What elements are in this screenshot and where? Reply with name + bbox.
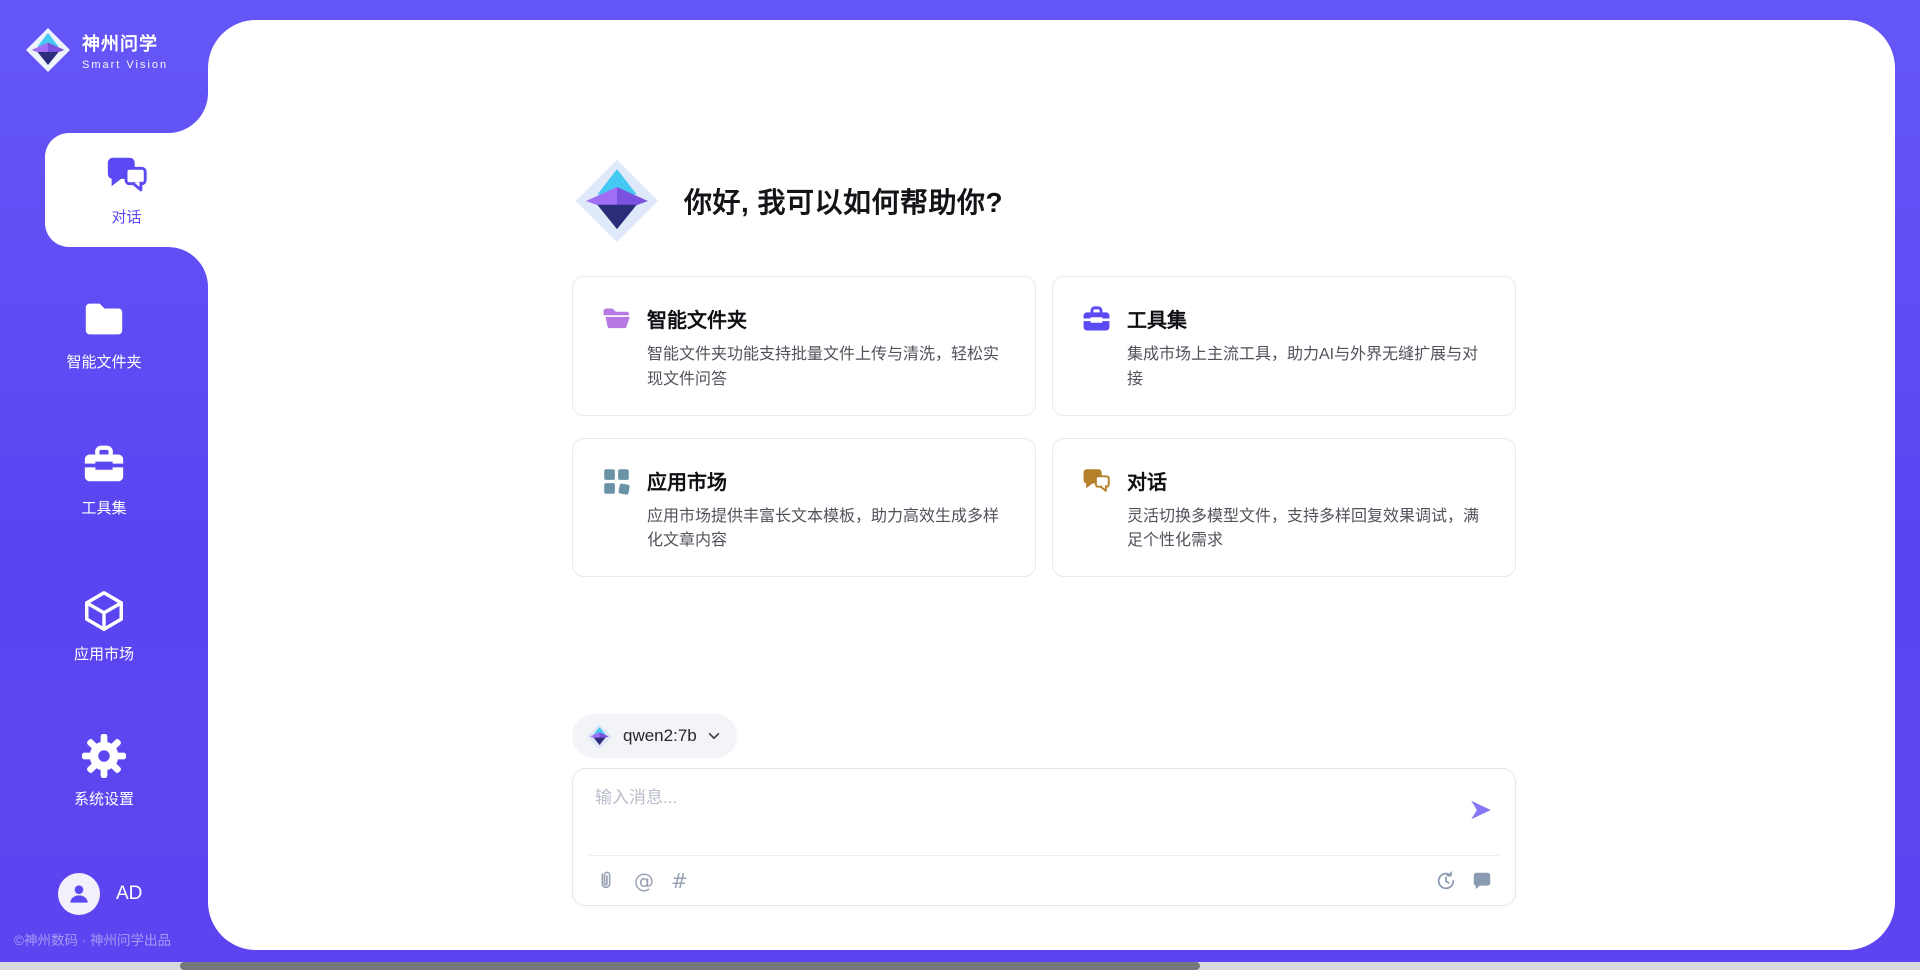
chevron-down-icon (707, 729, 721, 743)
gear-icon (81, 733, 127, 779)
sidebar-item-app-market[interactable]: 应用市场 (0, 588, 208, 664)
send-icon (1468, 797, 1494, 823)
sidebar-item-label: 对话 (111, 206, 141, 227)
card-title: 对话 (1127, 466, 1487, 495)
card-toolset[interactable]: 工具集 集成市场上主流工具，助力AI与外界无缝扩展与对接 (1052, 276, 1516, 416)
card-smart-folders[interactable]: 智能文件夹 智能文件夹功能支持批量文件上传与清洗，轻松实现文件问答 (572, 276, 1036, 416)
card-description: 应用市场提供丰富长文本模板，助力高效生成多样化文章内容 (647, 505, 1007, 555)
sidebar-item-toolset[interactable]: 工具集 (0, 442, 208, 518)
greeting-title: 你好, 我可以如何帮助你? (684, 181, 1003, 221)
mention-button[interactable]: @ (634, 871, 654, 891)
person-icon (66, 881, 92, 907)
horizontal-scrollbar[interactable] (0, 962, 1920, 970)
briefcase-icon (1081, 304, 1112, 335)
message-icon (1471, 870, 1493, 892)
briefcase-icon (81, 442, 127, 488)
history-icon (1435, 870, 1457, 892)
composer-divider (589, 855, 1499, 856)
sidebar-item-chat[interactable]: 对话 (45, 133, 208, 247)
brand-name: 神州问学 (82, 30, 168, 56)
apps-grid-icon (601, 466, 632, 497)
card-app-market[interactable]: 应用市场 应用市场提供丰富长文本模板，助力高效生成多样化文章内容 (572, 438, 1036, 578)
cube-icon (81, 588, 127, 634)
scrollbar-thumb[interactable] (180, 962, 1200, 970)
card-description: 灵活切换多模型文件，支持多样回复效果调试，满足个性化需求 (1127, 505, 1487, 555)
diamond-logo-icon (586, 723, 613, 750)
message-input[interactable] (595, 783, 1445, 847)
topic-button[interactable]: # (671, 871, 688, 891)
sidebar-footer: ©神州数码 · 神州问学出品 (14, 929, 171, 949)
avatar (58, 873, 100, 915)
paperclip-icon (595, 870, 617, 892)
composer-right-tools (1435, 870, 1493, 892)
greeting-logo-diamond-icon (572, 156, 662, 246)
folder-icon (81, 296, 127, 342)
brand: 神州问学 Smart Vision (24, 26, 168, 74)
send-button[interactable] (1467, 797, 1495, 825)
model-name: qwen2:7b (623, 726, 697, 746)
greeting: 你好, 我可以如何帮助你? (572, 156, 1003, 246)
card-title: 工具集 (1127, 304, 1487, 333)
sidebar-item-label: 工具集 (81, 497, 126, 518)
sidebar-item-label: 智能文件夹 (66, 351, 141, 372)
user-name: AD (116, 883, 142, 905)
at-icon: @ (634, 871, 654, 891)
card-title: 应用市场 (647, 466, 1007, 495)
composer-left-tools: @ # (595, 870, 688, 892)
brand-text: 神州问学 Smart Vision (82, 30, 168, 71)
main-content: 你好, 我可以如何帮助你? 智能文件夹 智能文件夹功能支持批量文件上传与清洗，轻… (572, 0, 1516, 970)
attach-file-button[interactable] (595, 870, 617, 892)
brand-logo-diamond-icon (24, 26, 72, 74)
card-chat[interactable]: 对话 灵活切换多模型文件，支持多样回复效果调试，满足个性化需求 (1052, 438, 1516, 578)
card-title: 智能文件夹 (647, 304, 1007, 333)
user-account[interactable]: AD (58, 873, 142, 915)
sidebar-item-label: 应用市场 (74, 643, 134, 664)
model-selector[interactable]: qwen2:7b (572, 714, 737, 758)
brand-subtitle: Smart Vision (82, 59, 168, 71)
hash-icon: # (671, 871, 688, 891)
sidebar-item-smart-folders[interactable]: 智能文件夹 (0, 296, 208, 372)
card-description: 智能文件夹功能支持批量文件上传与清洗，轻松实现文件问答 (647, 343, 1007, 393)
chat-icon (104, 153, 150, 199)
card-description: 集成市场上主流工具，助力AI与外界无缝扩展与对接 (1127, 343, 1487, 393)
sidebar-item-label: 系统设置 (74, 788, 134, 809)
history-button[interactable] (1435, 870, 1457, 892)
chat-icon (1081, 466, 1112, 497)
folder-open-icon (601, 304, 632, 335)
message-composer: @ # (572, 768, 1516, 906)
app-root: 神州问学 Smart Vision 对话 智能文件夹 工具集 应用市场 系统设置 (0, 0, 1920, 970)
new-chat-button[interactable] (1471, 870, 1493, 892)
sidebar-item-settings[interactable]: 系统设置 (0, 733, 208, 809)
feature-cards: 智能文件夹 智能文件夹功能支持批量文件上传与清洗，轻松实现文件问答 工具集 集成… (572, 276, 1516, 577)
